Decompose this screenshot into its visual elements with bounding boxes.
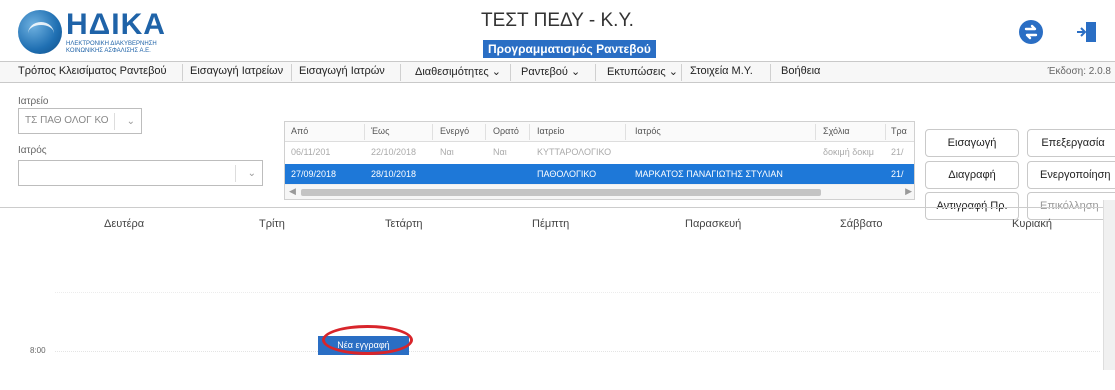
cell-active: Ναι — [440, 147, 454, 157]
cell-clinic: ΚΥΤΤΑΡΟΛΟΓΙΚΟ — [537, 147, 612, 157]
menu-help[interactable]: Βοήθεια — [781, 65, 820, 77]
app-subtitle: Προγραμματισμός Ραντεβού — [483, 40, 656, 58]
col-from[interactable]: Από — [291, 126, 308, 136]
calendar-gridline — [55, 351, 1100, 352]
clinic-select-value: ΤΣ ΠΑΘ ΟΛΟΓ ΚΟ — [25, 115, 109, 126]
exit-door-icon[interactable] — [1075, 20, 1099, 44]
col-visible[interactable]: Ορατό — [493, 126, 519, 136]
grid-header: Από Έως Ενεργό Ορατό Ιατρείο Ιατρός Σχόλ… — [285, 122, 914, 142]
cell-from: 27/09/2018 — [291, 169, 337, 179]
table-row-selected[interactable]: 27/09/2018 28/10/2018 ΠΑΘΟΛΟΓΙΚΟ ΜΑΡΚΑΤΟ… — [285, 164, 914, 186]
menu-unit-info[interactable]: Στοιχεία Μ.Υ. — [690, 65, 753, 77]
col-extra[interactable]: Τρα — [891, 126, 907, 136]
menu-appointments[interactable]: Ραντεβού ⌄ — [521, 65, 580, 78]
chevron-down-icon: ⌄ — [126, 116, 135, 127]
insert-button[interactable]: Εισαγωγή — [925, 129, 1019, 157]
clinic-label: Ιατρείο — [18, 96, 49, 107]
version-label: Έκδοση: 2.0.8 — [1047, 66, 1111, 77]
grid-horizontal-scrollbar[interactable]: ◀ ▶ — [285, 184, 914, 199]
col-comments[interactable]: Σχόλια — [823, 126, 850, 136]
activate-button[interactable]: Ενεργοποίηση — [1027, 161, 1115, 189]
cell-extra: 21/ — [891, 147, 904, 157]
availability-grid: Από Έως Ενεργό Ορατό Ιατρείο Ιατρός Σχόλ… — [284, 121, 915, 200]
chevron-down-icon: ⌄ — [247, 168, 256, 179]
calendar-vertical-scrollbar[interactable] — [1103, 200, 1115, 370]
table-row[interactable]: 06/11/201 22/10/2018 Ναι Ναι ΚΥΤΤΑΡΟΛΟΓΙ… — [285, 142, 914, 164]
day-thursday: Πέμπτη — [532, 218, 570, 230]
cell-from: 06/11/201 — [291, 147, 331, 157]
copy-schedule-button[interactable]: Αντιγραφή Πρ. — [925, 192, 1019, 220]
logo-subtitle-2: ΚΟΙΝΩΝΙΚΗΣ ΑΣΦΑΛΙΣΗΣ Α.Ε. — [66, 48, 151, 54]
menu-closing-mode[interactable]: Τρόπος Κλεισίματος Ραντεβού — [18, 65, 167, 77]
cell-to: 22/10/2018 — [371, 147, 417, 157]
cell-extra: 21/ — [891, 169, 904, 179]
highlight-ring — [322, 325, 413, 355]
cell-visible: Ναι — [493, 147, 507, 157]
scrollbar-thumb[interactable] — [301, 189, 821, 196]
day-monday: Δευτέρα — [104, 218, 145, 230]
calendar-gridline — [55, 292, 1100, 293]
day-sunday: Κυριακή — [1012, 218, 1053, 230]
edit-button[interactable]: Επεξεργασία — [1027, 129, 1115, 157]
delete-button[interactable]: Διαγραφή — [925, 161, 1019, 189]
cell-clinic: ΠΑΘΟΛΟΓΙΚΟ — [537, 169, 597, 179]
scroll-left-icon[interactable]: ◀ — [289, 186, 296, 197]
day-wednesday: Τετάρτη — [385, 218, 423, 230]
cell-comments: δοκιμή δοκιμ — [823, 147, 874, 157]
menu-availability[interactable]: Διαθεσιμότητες ⌄ — [415, 65, 501, 78]
clinic-select[interactable]: ΤΣ ΠΑΘ ΟΛΟΓ ΚΟ ⌄ — [18, 108, 142, 134]
back-arrow-icon[interactable] — [1019, 20, 1043, 44]
doctor-select[interactable]: ⌄ — [18, 160, 263, 186]
col-active[interactable]: Ενεργό — [440, 126, 469, 136]
logo-subtitle-1: ΗΛΕΚΤΡΟΝΙΚΗ ΔΙΑΚΥΒΕΡΝΗΣΗ — [66, 41, 157, 47]
menu-prints[interactable]: Εκτυπώσεις ⌄ — [607, 65, 678, 78]
col-doctor[interactable]: Ιατρός — [635, 126, 661, 136]
col-to[interactable]: Έως — [371, 126, 389, 136]
cell-doctor: ΜΑΡΚΑΤΟΣ ΠΑΝΑΓΙΩΤΗΣ ΣΤΥΛΙΑΝ — [635, 169, 783, 179]
day-saturday: Σάββατο — [840, 218, 883, 230]
col-clinic[interactable]: Ιατρείο — [537, 126, 564, 136]
scroll-right-icon[interactable]: ▶ — [905, 186, 912, 197]
menu-bar: Τρόπος Κλεισίματος Ραντεβού Εισαγωγή Ιατ… — [0, 61, 1115, 83]
calendar-divider — [0, 207, 1115, 208]
paste-schedule-button[interactable]: Επικόλληση Πρ. — [1027, 192, 1115, 220]
time-slot-label: 8:00 — [30, 346, 46, 355]
day-tuesday: Τρίτη — [259, 218, 285, 230]
menu-insert-doctors[interactable]: Εισαγωγή Ιατρών — [299, 65, 385, 77]
doctor-label: Ιατρός — [18, 145, 47, 156]
day-friday: Παρασκευή — [685, 218, 742, 230]
menu-insert-clinics[interactable]: Εισαγωγή Ιατρείων — [190, 65, 283, 77]
cell-to: 28/10/2018 — [371, 169, 417, 179]
app-title: ΤΕΣΤ ΠΕΔΥ - Κ.Υ. — [481, 10, 634, 31]
